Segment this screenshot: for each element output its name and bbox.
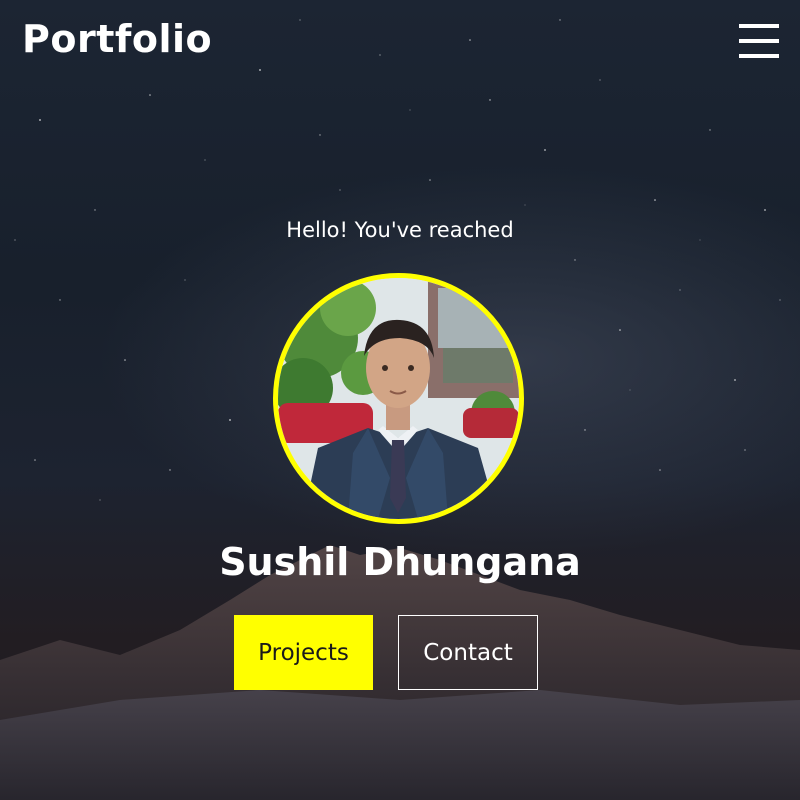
person-name: Sushil Dhungana [219,540,581,584]
menu-line [739,39,779,43]
menu-line [739,24,779,28]
avatar [273,273,524,524]
menu-line [739,54,779,58]
profile-photo [278,278,519,519]
hero-section: Portfolio Hello! You've reached Sushil D… [0,0,800,800]
greeting-text: Hello! You've reached [286,218,514,242]
hamburger-menu-icon[interactable] [739,24,779,58]
projects-button[interactable]: Projects [234,615,373,690]
brand-logo[interactable]: Portfolio [22,17,212,61]
navbar: Portfolio [0,0,800,84]
contact-button[interactable]: Contact [398,615,538,690]
